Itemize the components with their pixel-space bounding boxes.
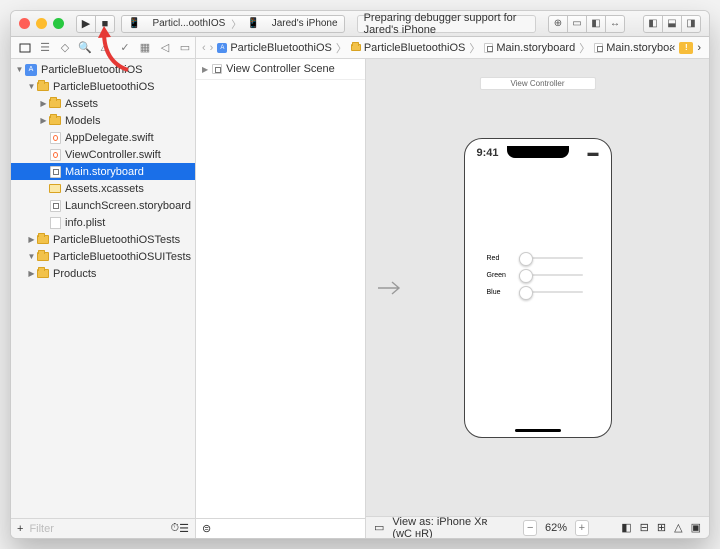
main-body: ▼AParticleBluetoothiOS▼ParticleBluetooth… (11, 59, 709, 538)
file-tree[interactable]: ▼AParticleBluetoothiOS▼ParticleBluetooth… (11, 59, 195, 518)
outline-footer: ⊜ (196, 518, 365, 538)
titlebar: ▶ ■ 📱Particl...oothIOS〉📱Jared's iPhone P… (11, 11, 709, 37)
interface-builder-canvas[interactable]: View Controller 9:41▬ Red Green Blue ▭ Vie… (366, 59, 709, 538)
minimize-window[interactable] (36, 18, 47, 29)
file-row[interactable]: ▶Assets (11, 95, 195, 112)
sliders-group: Red Green Blue (471, 255, 605, 296)
home-indicator (515, 429, 561, 432)
jump-bar[interactable]: ‹› AParticleBluetoothiOS〉 ParticleBlueto… (196, 40, 672, 56)
resolve-icon[interactable]: △ (674, 521, 682, 534)
embed-in-icon[interactable]: ▣ (691, 521, 701, 534)
outline-item[interactable]: ▶ View Controller Scene (196, 59, 365, 80)
editor-mode-version[interactable]: ↔ (605, 15, 625, 33)
toggle-inspector[interactable]: ◨ (681, 15, 701, 33)
history-forward[interactable]: › (697, 42, 701, 54)
history-back[interactable]: ‹ (672, 42, 676, 54)
run-button[interactable]: ▶ (76, 15, 96, 33)
scheme-selector[interactable]: 📱Particl...oothIOS〉📱Jared's iPhone (121, 15, 345, 33)
embed-icon[interactable]: ◧ (621, 521, 631, 534)
breakpoint-nav-icon[interactable]: ◁ (155, 39, 175, 57)
document-outline: ▶ View Controller Scene ⊜ (196, 59, 366, 538)
file-row[interactable]: Main.storyboard (11, 163, 195, 180)
report-nav-icon[interactable]: ▭ (175, 39, 195, 57)
test-nav-icon[interactable]: ✓ (115, 39, 135, 57)
align-icon[interactable]: ⊟ (640, 521, 649, 534)
view-as[interactable]: View as: iPhone Xʀ (ᴡC ʜR) (392, 516, 507, 539)
device-preview[interactable]: 9:41▬ Red Green Blue (464, 138, 612, 438)
file-row[interactable]: ▶Products (11, 265, 195, 282)
file-row[interactable]: ▼ParticleBluetoothiOS (11, 78, 195, 95)
zoom-level[interactable]: 62% (545, 522, 567, 534)
navigator-tabs: ☰ ◇ 🔍 ⚠ ✓ ▦ ◁ ▭ (11, 37, 196, 58)
zoom-in[interactable]: + (575, 520, 589, 536)
xcode-window: ▶ ■ 📱Particl...oothIOS〉📱Jared's iPhone P… (10, 10, 710, 539)
file-row[interactable]: ▶ParticleBluetoothiOSTests (11, 231, 195, 248)
toggle-navigator[interactable]: ◧ (643, 15, 663, 33)
project-navigator: ▼AParticleBluetoothiOS▼ParticleBluetooth… (11, 59, 196, 538)
warning-icon[interactable]: ! (679, 42, 693, 54)
run-controls: ▶ ■ (76, 15, 115, 33)
navigator-footer: + Filter ⏱ ☰ (11, 518, 195, 538)
file-row[interactable]: Assets.xcassets (11, 180, 195, 197)
close-window[interactable] (19, 18, 30, 29)
source-control-nav-icon[interactable]: ☰ (35, 39, 55, 57)
activity-status: Preparing debugger support for Jared's i… (357, 15, 536, 33)
slider-row[interactable]: Red (487, 255, 605, 262)
outline-toggle-icon[interactable]: ▭ (374, 521, 384, 534)
jump-bar-right: ‹ ! › (672, 42, 709, 54)
canvas-footer: ▭ View as: iPhone Xʀ (ᴡC ʜR) − 62% + ◧ ⊟… (366, 516, 709, 538)
window-controls (19, 18, 64, 29)
editor-mode-standard[interactable]: ▭ (567, 15, 587, 33)
file-row[interactable]: ▼AParticleBluetoothiOS (11, 61, 195, 78)
panel-toggles: ◧ ⬓ ◨ (643, 15, 701, 33)
file-row[interactable]: AppDelegate.swift (11, 129, 195, 146)
library-buttons: ⊕ ▭ ◧ ↔ (548, 15, 625, 33)
file-row[interactable]: LaunchScreen.storyboard (11, 197, 195, 214)
file-row[interactable]: ▶Models (11, 112, 195, 129)
stop-button[interactable]: ■ (95, 15, 115, 33)
zoom-window[interactable] (53, 18, 64, 29)
project-nav-icon[interactable] (15, 39, 35, 57)
debug-nav-icon[interactable]: ▦ (135, 39, 155, 57)
scene-title[interactable]: View Controller (479, 77, 595, 90)
slider-row[interactable]: Green (487, 272, 605, 279)
slider-row[interactable]: Blue (487, 289, 605, 296)
file-row[interactable]: info.plist (11, 214, 195, 231)
file-row[interactable]: ▼ParticleBluetoothiOSUITests (11, 248, 195, 265)
zoom-out[interactable]: − (523, 520, 537, 536)
file-row[interactable]: ViewController.swift (11, 146, 195, 163)
pin-icon[interactable]: ⊞ (657, 521, 666, 534)
symbol-nav-icon[interactable]: ◇ (55, 39, 75, 57)
toggle-debug[interactable]: ⬓ (662, 15, 682, 33)
editor-mode-assist[interactable]: ◧ (586, 15, 606, 33)
segue-entry-arrow (378, 281, 404, 295)
issue-nav-icon[interactable]: ⚠ (95, 39, 115, 57)
find-nav-icon[interactable]: 🔍 (75, 39, 95, 57)
status-bar: 9:41▬ (471, 147, 605, 159)
sub-toolbar: ☰ ◇ 🔍 ⚠ ✓ ▦ ◁ ▭ ‹› AParticleBluetoothiOS… (11, 37, 709, 59)
library-button[interactable]: ⊕ (548, 15, 568, 33)
